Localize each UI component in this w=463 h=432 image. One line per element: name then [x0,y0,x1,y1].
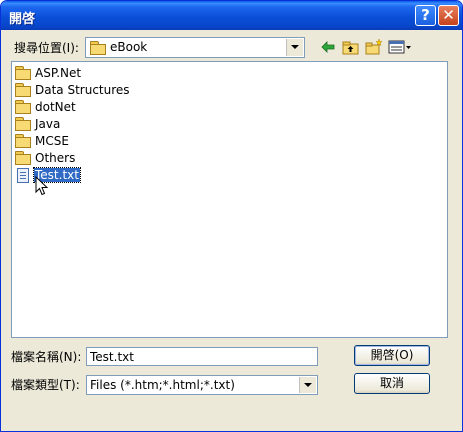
folder-icon [15,83,31,97]
item-label: ASP.Net [35,66,82,80]
window-title: 開啓 [9,12,36,27]
back-arrow-icon[interactable] [319,38,337,56]
close-button[interactable]: ✕ [438,5,459,26]
folder-icon [15,117,31,131]
filename-field[interactable]: Test.txt [86,347,318,366]
filetype-label: 檔案類型(T): [11,378,80,392]
folder-icon [15,134,31,148]
file-list[interactable]: ASP.Net Data Structures dotNet Java MCSE… [11,61,448,338]
folder-icon [15,151,31,165]
lookin-value: eBook [110,40,148,54]
help-icon: ? [421,6,430,24]
chevron-down-icon[interactable] [299,377,316,393]
view-menu-icon[interactable] [388,38,412,56]
title-bar[interactable]: 開啓 ? ✕ [1,1,462,30]
folder-icon [15,100,31,114]
help-button[interactable]: ? [415,5,436,26]
lookin-label: 搜尋位置(I): [14,41,79,55]
lookin-combo[interactable]: eBook [85,37,305,58]
filetype-value: Files (*.htm;*.html;*.txt) [90,378,235,392]
open-button[interactable]: 開啓(O) [354,345,430,366]
cancel-button[interactable]: 取消 [354,373,430,394]
filename-label: 檔案名稱(N): [11,350,82,364]
item-label: Java [35,117,61,131]
item-label: Data Structures [35,83,130,97]
item-label: Others [35,151,76,165]
item-label: dotNet [35,100,76,114]
up-folder-icon[interactable] [342,38,360,56]
close-icon: ✕ [442,6,455,24]
text-file-icon [17,168,29,183]
open-dialog: 開啓 ? ✕ 搜尋位置(I): eBook ASP.Net Data Struc… [0,0,463,432]
new-folder-icon[interactable] [365,38,383,56]
mouse-cursor-icon [35,176,49,196]
folder-icon [90,41,106,55]
folder-icon [15,66,31,80]
item-label: MCSE [35,134,69,148]
filetype-select[interactable]: Files (*.htm;*.html;*.txt) [86,375,318,395]
chevron-down-icon[interactable] [286,39,303,56]
